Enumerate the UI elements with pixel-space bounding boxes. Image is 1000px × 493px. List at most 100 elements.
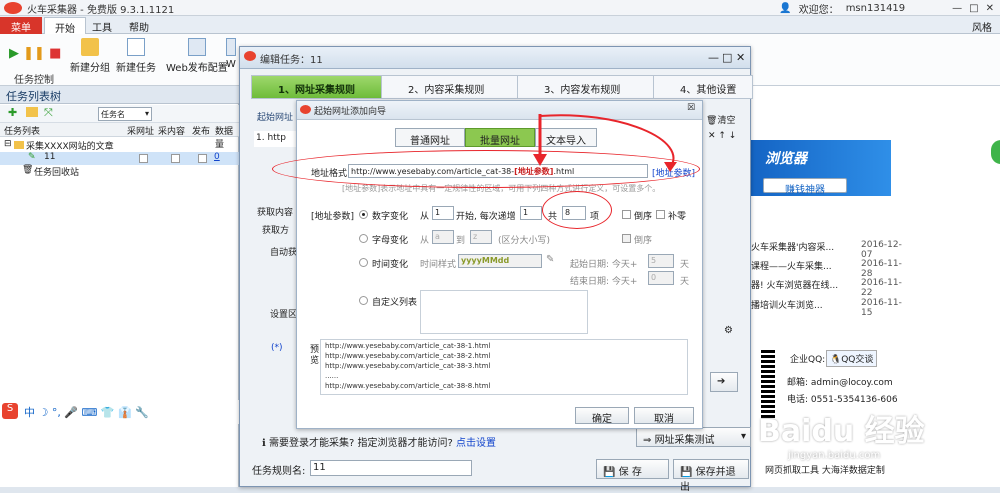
alpha-radio[interactable] [359, 234, 368, 243]
preview-label: 预览 [310, 345, 320, 366]
tab-tools[interactable]: 工具 [82, 17, 122, 34]
qq-chat-button[interactable]: 🐧QQ交谈 [826, 350, 878, 367]
alpha-to-label: 到 [456, 236, 466, 246]
qq-label: 企业QQ: [790, 355, 826, 365]
step-publish-rules[interactable]: 3、内容发布规则 [517, 75, 654, 99]
edit-icon[interactable]: ✎ [546, 254, 554, 265]
user-icon: 👤 [779, 2, 792, 14]
news-item[interactable]: 器! 火车浏览器在线... 2016-11-22 [751, 278, 911, 298]
tree-row[interactable]: ⊟ 采集XXXX网站的文章 [0, 139, 239, 152]
ok-button[interactable]: 确定 [575, 407, 629, 425]
reverse-checkbox[interactable] [622, 210, 631, 219]
url-checkbox[interactable] [139, 154, 148, 163]
custom-list-radio[interactable] [359, 296, 368, 305]
folder-icon[interactable] [26, 107, 38, 117]
clear-button[interactable]: 🗑清空 [706, 113, 735, 126]
step-content-rules[interactable]: 2、内容采集规则 [381, 75, 518, 99]
count-link[interactable]: 0 [214, 152, 220, 162]
arrow-right-icon: ➔ [717, 376, 726, 387]
numeric-radio[interactable] [359, 210, 368, 219]
play-icon[interactable]: ▶ [9, 46, 19, 61]
time-radio[interactable] [359, 258, 368, 267]
publish-checkbox[interactable] [198, 154, 207, 163]
alpha-start-input[interactable]: a [432, 230, 454, 244]
custom-list-textarea[interactable] [420, 290, 588, 334]
pause-icon[interactable]: ❚❚ [23, 46, 45, 61]
pad-zero-checkbox[interactable] [656, 210, 665, 219]
login-settings-link[interactable]: 点击设置 [456, 438, 496, 449]
time-style-input[interactable]: yyyyMMdd [458, 254, 542, 268]
save-button[interactable]: 💾 保 存 [596, 459, 669, 479]
sogou-icon[interactable]: S [2, 403, 18, 419]
tree-row[interactable]: ✎ 11 0 [0, 152, 239, 165]
tab-normal-url[interactable]: 普通网址 [395, 128, 465, 147]
save-exit-button[interactable]: 💾 保存并退出 [673, 459, 749, 493]
content-checkbox[interactable] [171, 154, 180, 163]
side-float-icon[interactable] [991, 140, 1000, 164]
wizard-title: 起始网址添加向导 [314, 107, 387, 117]
preview-url: http://www.yesebaby.com/article_cat-38-2… [325, 352, 491, 360]
expand-icon[interactable]: ⤧ [44, 106, 53, 120]
start-date-input[interactable]: 5 [648, 254, 674, 268]
close-icon[interactable]: ✕ [986, 3, 994, 14]
new-group-button[interactable]: 新建分组 [70, 38, 110, 74]
step-other-settings[interactable]: 4、其他设置 [653, 75, 753, 99]
maximize-icon[interactable]: □ [969, 3, 978, 14]
next-arrow-button[interactable]: ➔ [710, 372, 738, 392]
style-menu[interactable]: 风格 [972, 19, 992, 34]
ime-toolbar: S 中 ☽ °, 🎤 ⌨ 👕 👔 🔧 [0, 400, 239, 424]
ribbon-tabs: 菜单 开始 工具 帮助 风格 [0, 16, 1000, 35]
rule-name-input[interactable]: 11 [310, 460, 472, 476]
reorder-icons[interactable]: ✕ ↑ ↓ [708, 131, 736, 141]
close-icon[interactable]: ✕ [736, 51, 745, 64]
step-value-input[interactable]: 1 [520, 206, 542, 220]
news-item[interactable]: 课程——火车采集... 2016-11-28 [751, 259, 911, 279]
tab-menu[interactable]: 菜单 [0, 17, 42, 34]
web-icon-2 [226, 38, 236, 56]
alpha-reverse-checkbox[interactable] [622, 234, 631, 243]
tab-start[interactable]: 开始 [44, 17, 86, 35]
add-icon[interactable]: ✚ [8, 106, 17, 119]
maximize-icon[interactable]: □ [722, 51, 732, 64]
url-test-button[interactable]: ⇒ 网址采集测试 ▾ [636, 427, 751, 447]
browser-banner[interactable]: 浏览器 赚钱神器 [751, 140, 891, 196]
cancel-button[interactable]: 取消 [634, 407, 694, 425]
step-url-rules[interactable]: 1、网址采集规则 [251, 75, 382, 99]
dialog-title: 编辑任务：11 [260, 55, 323, 66]
sort-select[interactable]: 任务名 ▾ [98, 107, 152, 121]
task-tree-toolbar: ✚ ⤧ 任务名 ▾ [0, 105, 239, 123]
ribbon-task-controls: ▶ ❚❚ ■ [9, 46, 61, 61]
banner-button[interactable]: 赚钱神器 [763, 178, 847, 196]
url-list-row[interactable]: 1. http [254, 131, 300, 147]
minimize-icon[interactable]: — [952, 3, 962, 14]
ribbon-button-w[interactable]: W [226, 38, 236, 70]
tree-row[interactable]: 🗑 任务回收站 [0, 165, 239, 178]
start-value-input[interactable]: 1 [432, 206, 454, 220]
test-icon: ⇒ [643, 435, 655, 446]
new-task-button[interactable]: 新建任务 [116, 38, 156, 74]
new-group-label: 新建分组 [70, 63, 110, 74]
tab-help[interactable]: 帮助 [119, 17, 159, 34]
chevron-down-icon: ▾ [740, 431, 746, 442]
regex-icon[interactable]: (*) [271, 343, 283, 353]
end-date-label: 结束日期: 今天+ [570, 277, 638, 287]
web-icon [187, 38, 206, 56]
time-label: 时间变化 [372, 260, 409, 270]
news-item[interactable]: 火车采集器'内容采... 2016-12-07 [751, 240, 911, 260]
auto-label: 自动获 [270, 248, 298, 258]
username[interactable]: msn131419 [846, 3, 905, 14]
title-bar: 火车采集器 - 免费版 9.3.1.1121 👤 欢迎您： msn131419 … [0, 0, 1000, 16]
alpha-end-input[interactable]: z [470, 230, 492, 244]
end-date-input[interactable]: 0 [648, 271, 674, 285]
collapse-icon[interactable]: ⊟ [4, 139, 12, 149]
ime-icons[interactable]: 中 ☽ °, 🎤 ⌨ 👕 👔 🔧 [24, 404, 149, 420]
minimize-icon[interactable]: — [708, 51, 719, 64]
task-tree-panel: 任务列表树 ✚ ⤧ 任务名 ▾ 任务列表 采网址 采内容 发布 数据量 ⊟ 采集X… [0, 86, 239, 487]
web-publish-button[interactable]: Web发布配置 [166, 38, 228, 74]
news-item[interactable]: 播培训火车浏览... 2016-11-15 [751, 298, 911, 318]
news-date: 2016-11-22 [861, 278, 902, 298]
stop-icon[interactable]: ■ [49, 46, 61, 61]
gear-icon[interactable]: ⚙ [724, 325, 733, 336]
web-publish-label: Web发布配置 [166, 63, 228, 74]
numeric-label: 数字变化 [372, 212, 409, 222]
